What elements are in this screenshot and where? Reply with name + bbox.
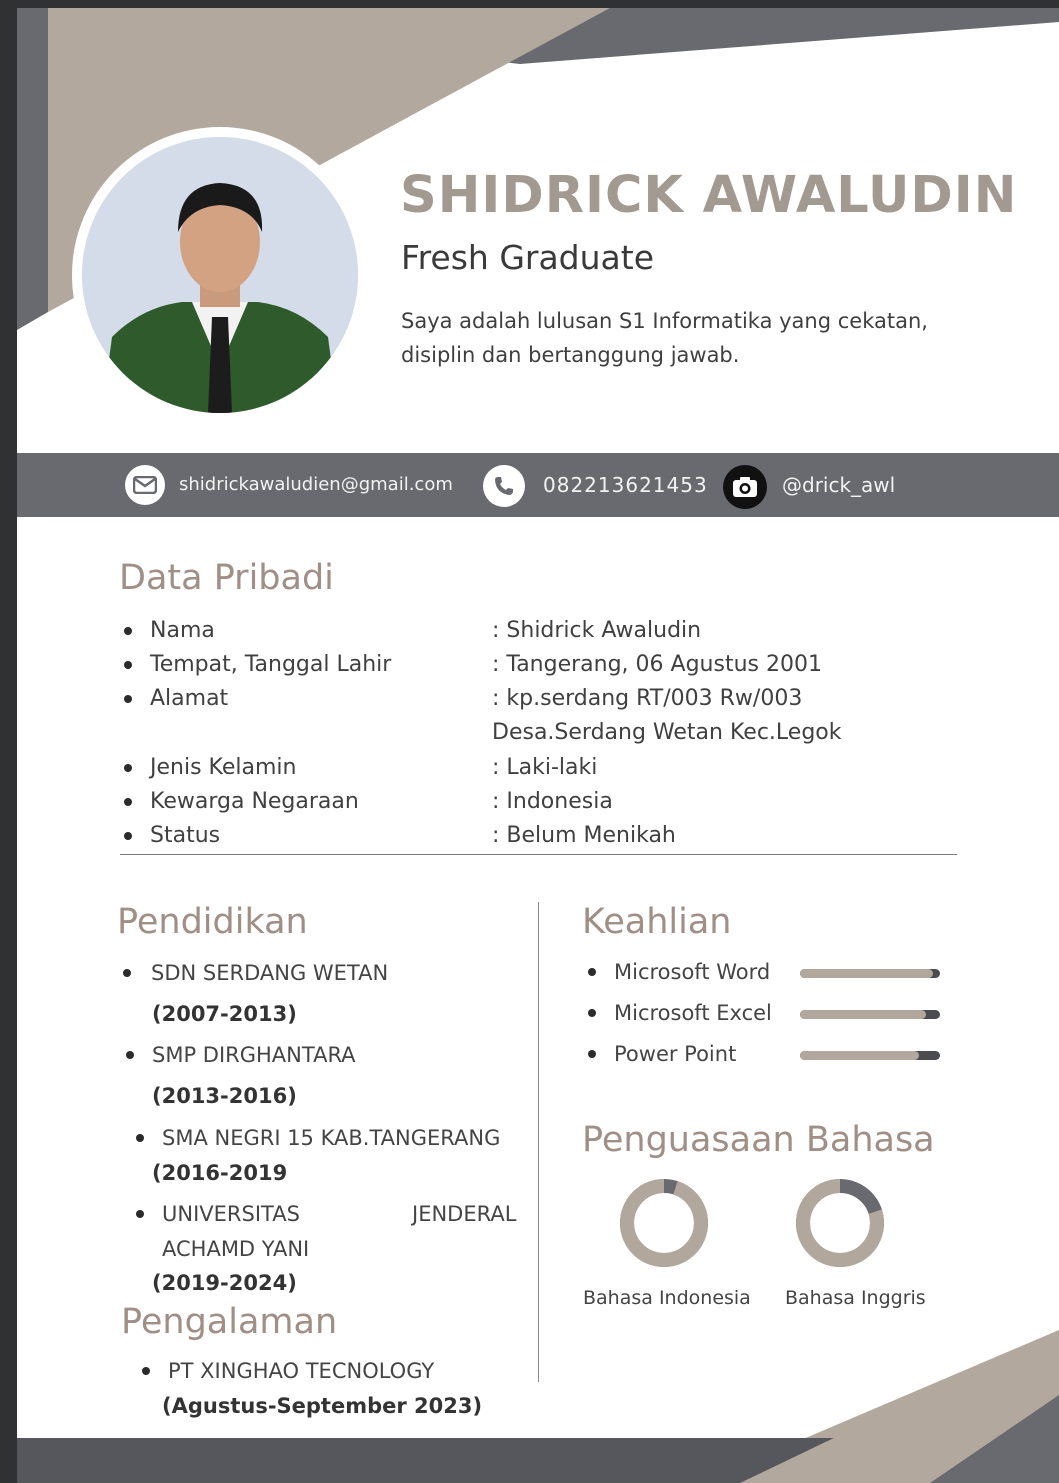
resume-page: SHIDRICK AWALUDIN Fresh Graduate Saya ad… [0, 0, 1059, 1483]
footer-decoration [740, 1330, 1059, 1483]
